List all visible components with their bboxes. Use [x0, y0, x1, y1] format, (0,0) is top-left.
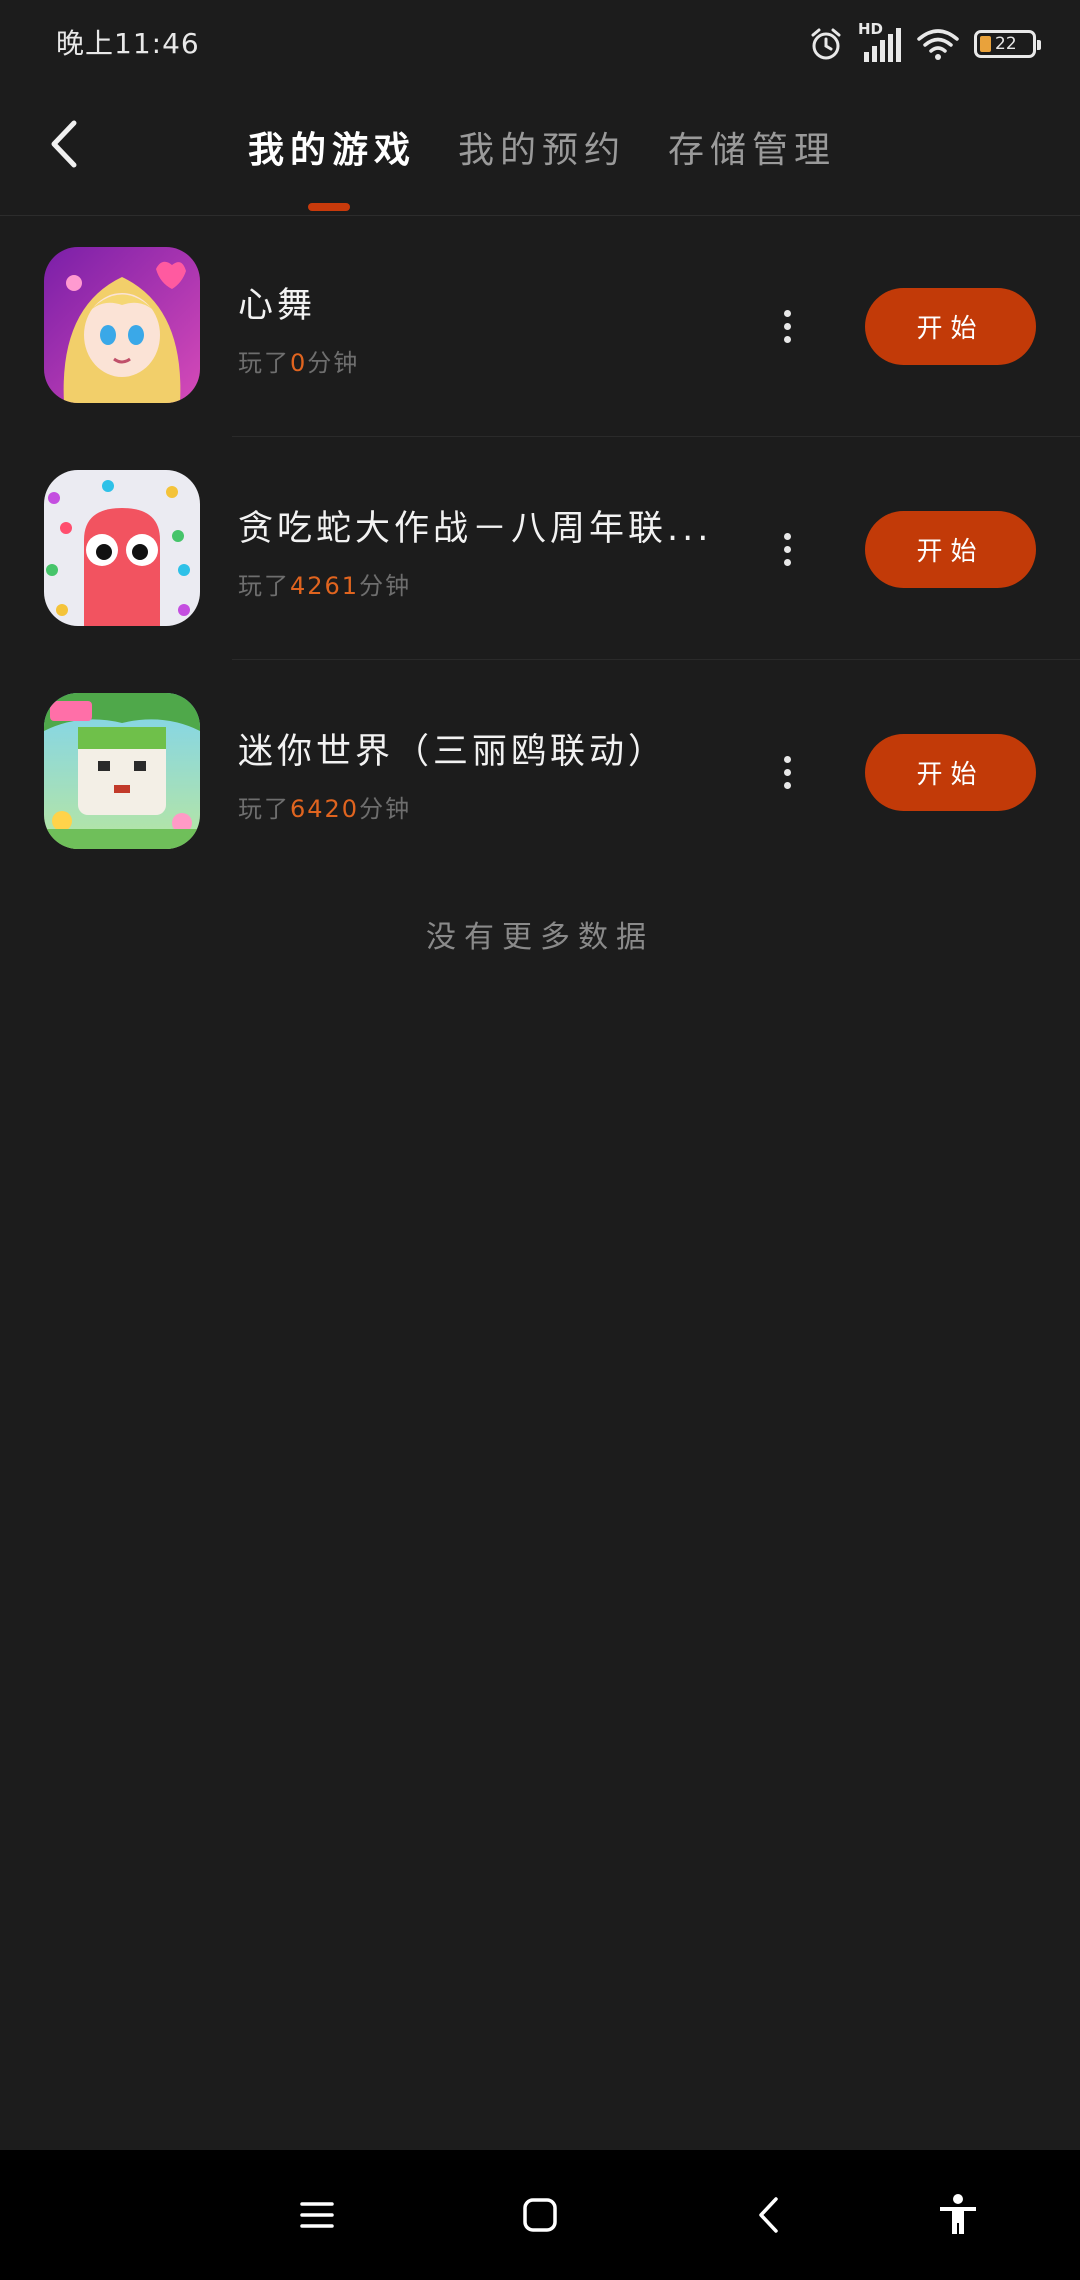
start-button[interactable]: 开始 [865, 288, 1036, 365]
battery-level: 22 [995, 34, 1017, 54]
more-options-icon[interactable] [774, 510, 800, 588]
tab-storage-management[interactable]: 存储管理 [668, 121, 836, 173]
play-time: 玩了0分钟 [238, 349, 360, 377]
menu-icon [300, 2202, 334, 2228]
header: 我的游戏 我的预约 存储管理 [0, 85, 1080, 216]
play-time: 玩了4261分钟 [238, 572, 412, 600]
snake-game-icon[interactable] [44, 470, 200, 626]
more-options-icon[interactable] [774, 733, 800, 811]
play-time: 玩了6420分钟 [238, 795, 412, 823]
back-icon [759, 2197, 778, 2233]
play-minutes: 4261 [290, 572, 360, 600]
game-title[interactable]: 贪吃蛇大作战－八周年联... [238, 500, 712, 551]
accessibility-icon [940, 2194, 976, 2234]
tab-my-games[interactable]: 我的游戏 [248, 121, 416, 173]
menu-button[interactable] [292, 2190, 342, 2240]
game-title[interactable]: 心舞 [238, 277, 316, 328]
game-title[interactable]: 迷你世界（三丽鸥联动） [238, 723, 667, 774]
no-more-data-text: 没有更多数据 [426, 920, 654, 955]
status-time: 晚上11:46 [56, 27, 200, 60]
wifi-icon [917, 29, 959, 60]
tab-my-reservations[interactable]: 我的预约 [458, 121, 626, 173]
navigation-bar [0, 2150, 1080, 2280]
mini-world-game-icon[interactable] [44, 693, 200, 849]
play-minutes: 0 [290, 349, 308, 377]
anime-girl-game-icon[interactable] [44, 247, 200, 403]
status-bar: 晚上11:46 HD 22 [0, 0, 1080, 85]
play-minutes: 6420 [290, 795, 360, 823]
start-button[interactable]: 开始 [865, 734, 1036, 811]
nav-back-button[interactable] [743, 2190, 793, 2240]
game-row[interactable]: 贪吃蛇大作战－八周年联... 玩了4261分钟 开始 [0, 438, 1080, 660]
home-button[interactable] [515, 2190, 565, 2240]
battery-icon: 22 [974, 30, 1041, 58]
status-icons: HD 22 [808, 20, 1041, 66]
active-tab-indicator [308, 203, 350, 211]
game-row[interactable]: 心舞 玩了0分钟 开始 [0, 215, 1080, 437]
chevron-left-icon [51, 120, 77, 168]
back-button[interactable] [38, 115, 90, 173]
more-options-icon[interactable] [774, 287, 800, 365]
start-button[interactable]: 开始 [865, 511, 1036, 588]
signal-icon: HD [858, 20, 902, 64]
accessibility-button[interactable] [933, 2190, 983, 2240]
game-row[interactable]: 迷你世界（三丽鸥联动） 玩了6420分钟 开始 [0, 661, 1080, 883]
home-icon [523, 2198, 557, 2232]
alarm-icon [811, 28, 841, 60]
